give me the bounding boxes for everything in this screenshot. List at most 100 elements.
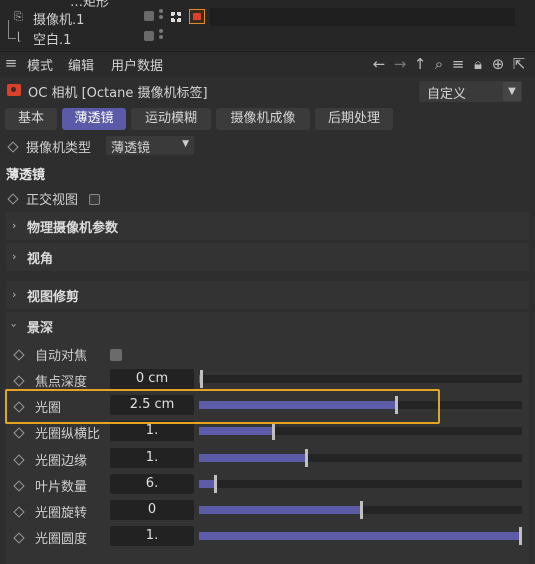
filter-icon[interactable]: ≡ [450,55,466,73]
slider-fill [199,506,361,514]
slider-handle[interactable] [200,370,203,388]
tab-motion-blur[interactable]: 运动模糊 [131,108,211,130]
slider-handle[interactable] [360,501,363,519]
tab-label: 基本 [17,111,44,126]
param-label: 叶片数量 [35,480,88,495]
tree-row-null[interactable]: ⌊ 空白.1 [0,20,535,48]
animate-diamond-icon[interactable] [7,193,19,205]
slider-fill [199,480,215,488]
param-value: 0 cm [135,371,169,386]
param-value: 1. [145,528,159,543]
section-title: 薄透镜 [6,168,46,183]
param-value-field[interactable]: 0 cm [110,369,194,389]
param-slider[interactable] [199,422,522,440]
slider-handle[interactable] [272,422,275,440]
hamburger-menu-icon[interactable]: ≡ [3,54,19,72]
auto-focus-checkbox[interactable] [110,349,122,361]
param-label: 光圈圆度 [35,532,88,547]
up-arrow-icon[interactable]: ↑ [412,55,428,73]
auto-focus-label: 自动对焦 [35,349,88,364]
slider-handle[interactable] [519,527,522,545]
animate-diamond-icon[interactable] [7,141,19,153]
menu-edit[interactable]: 编辑 [68,55,94,74]
layer-flag-icon[interactable] [144,31,154,41]
lock-icon[interactable]: 🔒︎ [470,55,486,73]
tab-post-processing[interactable]: 后期处理 [315,108,393,130]
preset-label: 自定义 [427,87,467,102]
null-object-icon: ⌊ [17,30,22,43]
group-clipping[interactable]: › 视图修剪 [6,281,529,309]
param-label: 光圈旋转 [35,506,88,521]
octane-camera-tag-icon[interactable] [189,9,205,24]
group-physical-camera[interactable]: › 物理摄像机参数 [6,212,529,240]
param-slider[interactable] [199,370,522,388]
visibility-dots-icon[interactable] [159,9,163,25]
slider-handle[interactable] [214,475,217,493]
target-tag-icon[interactable] [171,11,181,22]
object-tree: …矩形 ⎘ 摄像机.1 ⌊ 空白.1 [0,0,535,50]
slider-fill [199,532,522,540]
group-header[interactable]: › 景深 [6,312,529,340]
chevron-down-icon: ▼ [182,139,189,149]
chevron-right-icon: › [12,288,17,301]
tree-row-label: 空白.1 [33,33,72,48]
group-label: 物理摄像机参数 [27,221,119,236]
ortho-view-checkbox[interactable] [89,194,100,205]
param-slider[interactable] [199,501,522,519]
slider-fill [199,427,273,435]
menu-user-data[interactable]: 用户数据 [111,55,163,74]
group-label: 视图修剪 [27,290,80,305]
tab-label: 后期处理 [327,111,380,126]
chevron-down-icon: › [7,323,21,328]
aperture-highlight-box [5,389,440,424]
param-value: 0 [147,502,157,517]
camera-type-label: 摄像机类型 [26,141,92,156]
tab-label: 运动模糊 [144,111,197,126]
param-label: 焦点深度 [35,375,88,390]
back-arrow-icon[interactable]: ← [371,55,387,73]
param-label: 光圈边缘 [35,454,88,469]
open-window-icon[interactable]: ⇱ [511,55,527,73]
param-value-field[interactable]: 1. [110,526,194,546]
octane-camera-icon [7,84,21,96]
param-slider[interactable] [199,449,522,467]
layer-flag-icon[interactable] [144,11,154,21]
slider-handle[interactable] [305,449,308,467]
param-value: 6. [145,476,159,491]
tab-thin-lens[interactable]: 薄透镜 [62,108,126,130]
object-title: OC 相机 [Octane 摄像机标签] [28,86,208,101]
tab-label: 摄像机成像 [230,111,296,126]
forward-arrow-icon[interactable]: → [392,55,408,73]
tree-connector [8,20,9,38]
visibility-dots-icon[interactable] [159,29,163,45]
chevron-right-icon: › [12,250,17,263]
slider-fill [199,454,306,462]
param-slider[interactable] [199,475,522,493]
tree-scrollbar[interactable] [518,0,528,48]
tab-camera-imager[interactable]: 摄像机成像 [216,108,310,130]
group-label: 视角 [27,252,54,267]
camera-type-value: 薄透镜 [111,141,151,156]
param-value: 1. [145,450,159,465]
param-value: 1. [145,423,159,438]
preset-dropdown[interactable]: 自定义 ▼ [419,81,522,102]
tab-basic[interactable]: 基本 [5,108,57,130]
group-view-angle[interactable]: › 视角 [6,243,529,271]
attribute-menubar: ≡ 模式 编辑 用户数据 ← → ↑ ⌕ ≡ 🔒︎ ⊕ ⇱ [0,51,535,78]
param-value-field[interactable]: 6. [110,474,194,494]
search-icon[interactable]: ⌕ [431,55,447,73]
menu-mode[interactable]: 模式 [27,55,53,74]
param-slider[interactable] [199,527,522,545]
camera-object-icon: ⎘ [14,10,23,23]
param-label: 光圈纵横比 [35,427,101,442]
tree-connector [8,38,16,39]
tree-tag-area [210,8,515,26]
new-panel-icon[interactable]: ⊕ [490,55,506,73]
param-value-field[interactable]: 0 [110,500,194,520]
chevron-down-icon: ▼ [503,82,521,101]
group-label: 景深 [27,321,54,336]
camera-type-select[interactable]: 薄透镜 ▼ [106,136,194,156]
param-value-field[interactable]: 1. [110,448,194,468]
ortho-view-label: 正交视图 [26,193,79,208]
param-value-field[interactable]: 1. [110,421,194,441]
